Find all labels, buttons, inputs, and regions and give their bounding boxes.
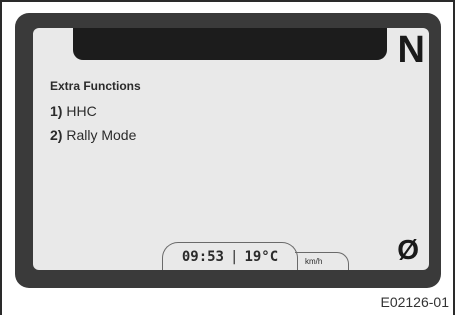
top-status-bar (73, 28, 387, 60)
figure-frame-top (0, 0, 455, 2)
time-temperature-display: 09:53 | 19°C (162, 242, 298, 270)
clock-time: 09:53 (181, 249, 224, 265)
menu-item-rally-mode[interactable]: 2) Rally Mode (50, 127, 136, 143)
dashboard-screen: N Extra Functions 1) HHC 2) Rally Mode 0… (33, 28, 429, 270)
menu-item-hhc[interactable]: 1) HHC (50, 103, 97, 119)
figure-frame-left (0, 0, 2, 315)
ambient-temperature: 19°C (244, 249, 279, 265)
menu-item-label: Rally Mode (66, 127, 137, 143)
menu-item-label: HHC (66, 103, 97, 119)
menu-title: Extra Functions (50, 79, 141, 93)
gear-indicator: N (397, 29, 425, 71)
menu-item-number: 1) (50, 103, 63, 119)
trip-reset-icon: Ø (397, 234, 419, 265)
status-separator: | (230, 249, 239, 265)
speed-unit-label: km/h (295, 252, 349, 270)
figure-caption: E02126-01 (380, 294, 449, 310)
menu-item-number: 2) (50, 127, 63, 143)
